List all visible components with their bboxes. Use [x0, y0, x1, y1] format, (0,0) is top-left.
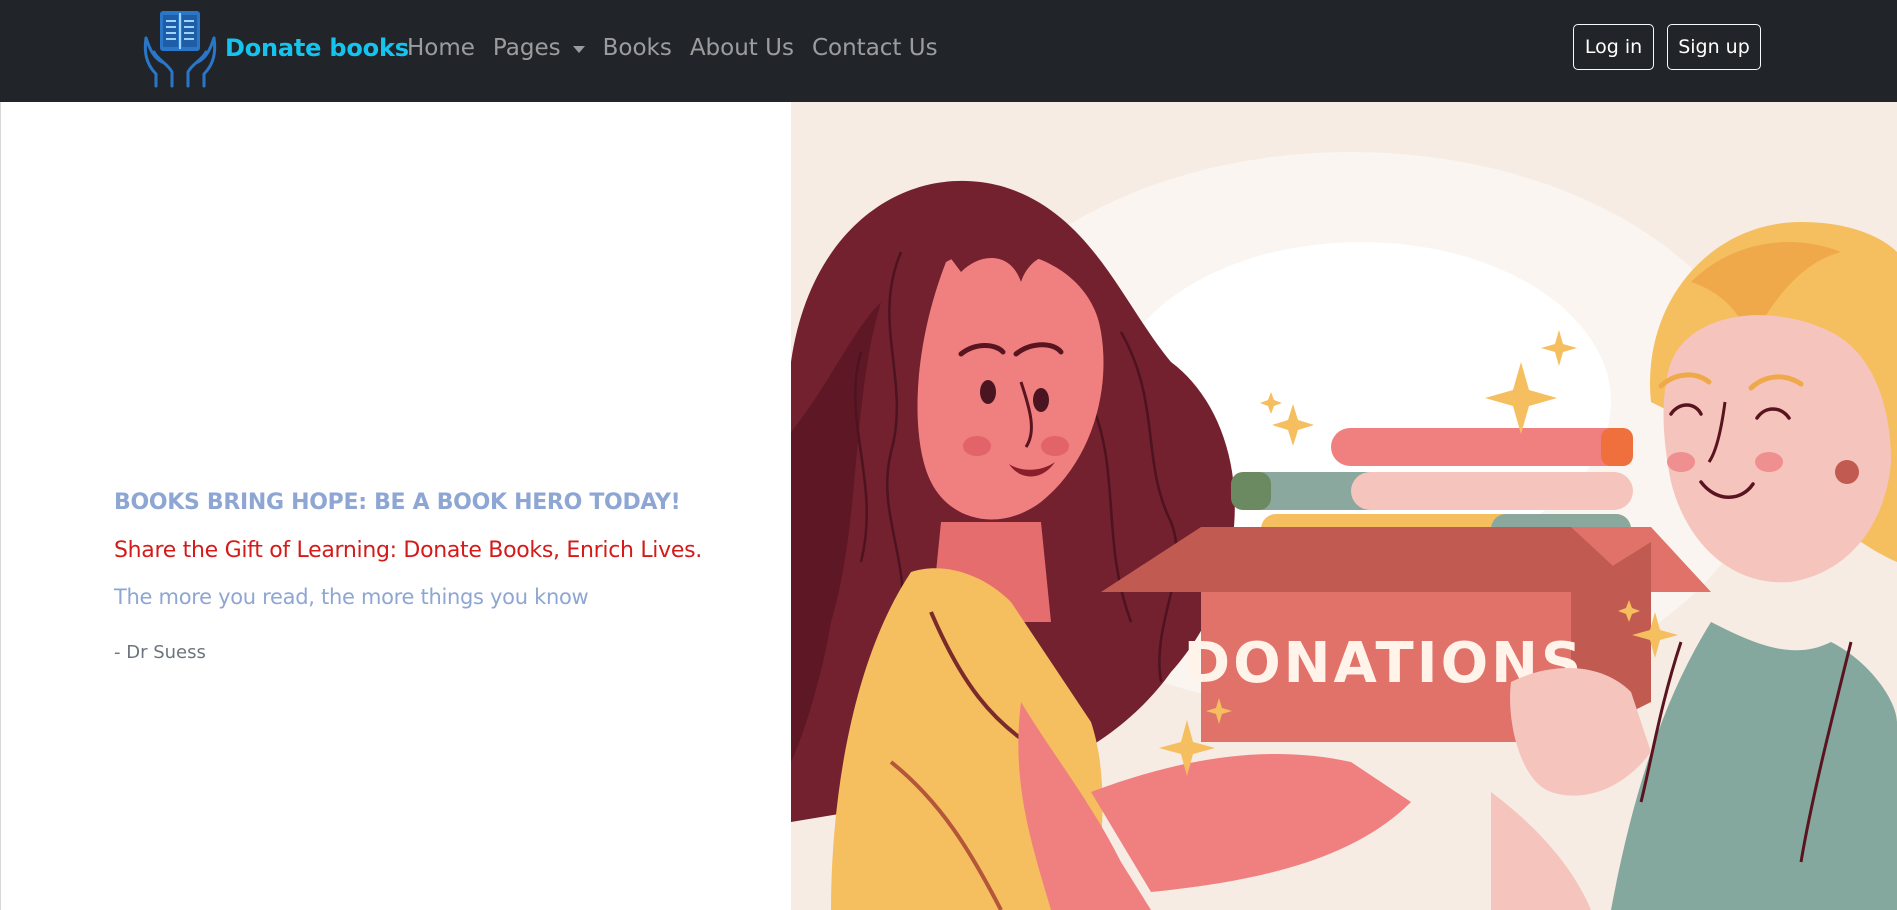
navbar: Donate books Home Pages Books About Us C…: [0, 0, 1897, 102]
hero-text-panel: BOOKS BRING HOPE: BE A BOOK HERO TODAY! …: [0, 102, 791, 910]
nav-link-home[interactable]: Home: [398, 35, 484, 61]
login-button[interactable]: Log in: [1573, 24, 1654, 70]
nav-link-about-us[interactable]: About Us: [681, 35, 803, 61]
nav-link-pages-label: Pages: [492, 35, 561, 61]
nav-dropdown-pages[interactable]: Pages: [484, 35, 594, 61]
hero-illustration: DONATIONS: [791, 102, 1897, 910]
hero-headline: BOOKS BRING HOPE: BE A BOOK HERO TODAY!: [114, 490, 681, 515]
hero-quote: The more you read, the more things you k…: [114, 585, 589, 609]
brand-name: Donate books: [225, 34, 409, 62]
signup-button[interactable]: Sign up: [1667, 24, 1761, 70]
book-in-hands-icon: [143, 11, 217, 88]
quote-author: - Dr Suess: [114, 642, 206, 663]
hero-tagline: Share the Gift of Learning: Donate Books…: [114, 538, 702, 563]
brand-link[interactable]: Donate books: [140, 8, 409, 88]
nav-link-contact-us[interactable]: Contact Us: [803, 35, 947, 61]
nav-link-books[interactable]: Books: [594, 35, 681, 61]
caret-down-icon: [572, 45, 585, 53]
donation-illustration: DONATIONS: [791, 152, 1897, 910]
nav-links: Home Pages Books About Us Contact Us: [398, 28, 947, 68]
